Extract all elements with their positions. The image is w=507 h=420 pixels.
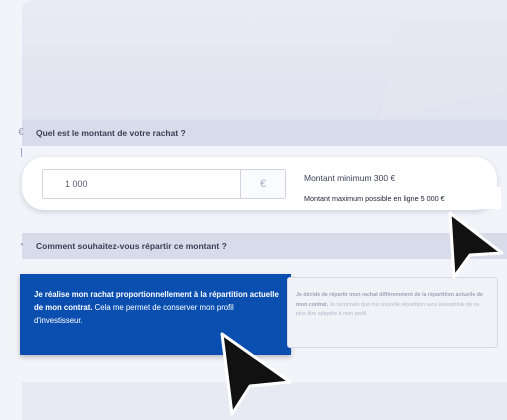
euro-step-icon: € — [18, 127, 24, 138]
header-panel — [22, 0, 507, 128]
rachat-question: Quel est le montant de votre rachat ? — [36, 128, 186, 138]
maximum-amount-tooltip: Montant maximum possible en ligne 5 000 … — [289, 187, 501, 209]
option-proportional-button[interactable]: Je réalise mon rachat proportionnellemen… — [20, 274, 291, 355]
euro-icon: € — [259, 178, 267, 190]
option-custom-button[interactable]: Je décide de répartir mon rachat différe… — [287, 277, 498, 348]
minimum-amount-text: Montant minimum 300 € — [304, 173, 396, 183]
currency-addon: € — [240, 169, 286, 199]
section-rachat-amount: Quel est le montant de votre rachat ? — [22, 120, 507, 146]
section-repartition: Comment souhaitez-vous répartir ce monta… — [22, 233, 507, 259]
repartition-question: Comment souhaitez-vous répartir ce monta… — [36, 241, 227, 251]
split-step-icon: ◔ — [17, 240, 25, 251]
maximum-amount-text: Montant maximum possible en ligne 5 000 … — [304, 193, 445, 203]
amount-input[interactable] — [42, 169, 240, 199]
bottom-panel — [22, 382, 507, 420]
step-connector — [21, 148, 22, 157]
